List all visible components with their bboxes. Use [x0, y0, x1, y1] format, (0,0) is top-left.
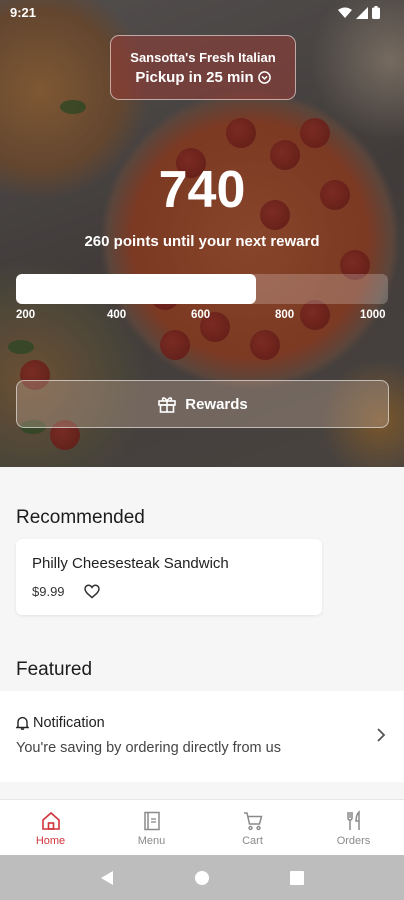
home-circle-icon[interactable] — [194, 870, 210, 886]
featured-heading: Featured — [16, 659, 93, 680]
wifi-icon — [338, 7, 352, 18]
tick-label: 600 — [191, 309, 211, 321]
nav-home-label: Home — [35, 835, 66, 847]
recommended-item-card[interactable]: Philly Cheesesteak Sandwich $9.99 — [16, 539, 322, 615]
chevron-right-icon — [377, 728, 386, 742]
signal-icon — [356, 6, 368, 19]
nav-cart[interactable]: Cart — [202, 800, 303, 855]
battery-icon — [372, 6, 380, 19]
notification-message: You're saving by ordering directly from … — [16, 740, 281, 756]
tick-label: 800 — [275, 309, 295, 321]
fork-knife-icon — [346, 810, 360, 830]
nav-cart-label: Cart — [242, 835, 263, 847]
menu-book-icon — [143, 811, 160, 831]
rewards-progress-fill — [16, 274, 256, 304]
back-icon[interactable] — [100, 870, 114, 886]
bell-icon — [16, 716, 29, 730]
notification-title: Notification — [33, 715, 105, 731]
tick-label: 400 — [107, 309, 127, 321]
cart-icon — [243, 812, 262, 831]
location-selector[interactable]: Sansotta's Fresh Italian Pickup in 25 mi… — [110, 35, 296, 100]
tick-label: 1000 — [360, 309, 386, 321]
system-navigation-bar — [0, 855, 404, 900]
nav-orders[interactable]: Orders — [303, 800, 404, 855]
notification-card[interactable]: Notification You're saving by ordering d… — [0, 691, 404, 782]
nav-menu-label: Menu — [137, 835, 166, 847]
status-bar: 9:21 — [0, 0, 404, 26]
points-total: 740 — [158, 161, 246, 219]
rewards-button[interactable]: Rewards — [16, 380, 389, 428]
nav-home[interactable]: Home — [0, 800, 101, 855]
rewards-progress-bar — [16, 274, 388, 304]
recents-icon[interactable] — [290, 870, 304, 885]
rewards-button-label: Rewards — [185, 395, 248, 413]
points-until-reward: 260 points until your next reward — [84, 233, 320, 250]
nav-menu[interactable]: Menu — [101, 800, 202, 855]
chevron-down-circle-icon — [257, 71, 271, 84]
heart-icon[interactable] — [84, 584, 100, 599]
nav-orders-label: Orders — [336, 835, 371, 847]
home-icon — [41, 811, 60, 830]
restaurant-name: Sansotta's Fresh Italian — [130, 50, 276, 65]
status-time: 9:21 — [10, 5, 37, 20]
recommended-heading: Recommended — [16, 507, 145, 528]
gift-icon — [158, 397, 177, 413]
progress-ticks: 200 400 600 800 1000 — [16, 309, 390, 325]
pickup-time: Pickup in 25 min — [135, 69, 254, 86]
bottom-navigation: Home Menu Cart Orders — [0, 799, 404, 855]
item-price: $9.99 — [32, 584, 65, 599]
item-name: Philly Cheesesteak Sandwich — [32, 555, 229, 572]
tick-label: 200 — [16, 309, 36, 321]
